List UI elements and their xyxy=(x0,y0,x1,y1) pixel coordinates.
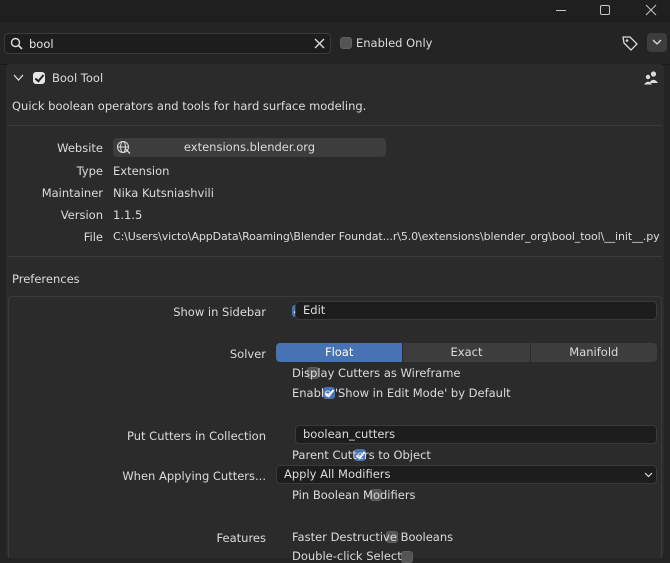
enabled-only-checkbox[interactable] xyxy=(340,37,352,49)
preferences-title: Preferences xyxy=(12,272,80,286)
website-button[interactable]: extensions.blender.org xyxy=(113,138,386,157)
version-value: 1.1.5 xyxy=(113,208,143,222)
toolbar: Enabled Only xyxy=(0,22,670,65)
double-click-select-checkbox[interactable] xyxy=(401,551,414,563)
users-icon[interactable] xyxy=(643,70,659,85)
enable-show-edit-label: Enable 'Show in Edit Mode' by Default xyxy=(292,386,511,400)
minimize-button[interactable] xyxy=(538,0,584,20)
when-applying-label: When Applying Cutters... xyxy=(122,469,266,483)
double-click-select-label: Double-click Select xyxy=(292,549,402,563)
solver-label: Solver xyxy=(229,347,266,361)
file-label: File xyxy=(83,230,103,244)
sidebar-category-value: Edit xyxy=(303,303,326,317)
chevron-down-icon xyxy=(644,472,653,478)
pin-boolean-label: Pin Boolean Modifiers xyxy=(292,488,416,502)
search-input[interactable] xyxy=(29,34,309,53)
maximize-button[interactable] xyxy=(582,0,628,20)
divider xyxy=(8,256,662,257)
minimize-icon xyxy=(556,10,566,11)
tag-filter-icon[interactable] xyxy=(621,34,639,52)
collapse-chevron-icon[interactable] xyxy=(13,73,24,82)
maximize-icon xyxy=(600,5,610,15)
file-path-value: C:\Users\victo\AppData\Roaming\Blender F… xyxy=(113,230,660,243)
type-value: Extension xyxy=(113,164,170,178)
sidebar-category-field[interactable]: Edit xyxy=(295,301,657,320)
addon-name: Bool Tool xyxy=(52,71,104,85)
when-applying-value: Apply All Modifiers xyxy=(284,467,391,481)
enabled-only-label: Enabled Only xyxy=(356,36,433,50)
clear-search-icon[interactable] xyxy=(314,38,325,49)
put-cutters-label: Put Cutters in Collection xyxy=(127,429,266,443)
show-in-sidebar-label: Show in Sidebar xyxy=(173,305,266,319)
features-label: Features xyxy=(216,531,266,545)
search-box[interactable] xyxy=(4,33,331,54)
addon-enabled-checkbox[interactable] xyxy=(33,72,45,84)
display-wireframe-label: Display Cutters as Wireframe xyxy=(292,366,461,380)
solver-option-exact[interactable]: Exact xyxy=(403,343,531,362)
addon-description: Quick boolean operators and tools for ha… xyxy=(12,99,367,113)
window-titlebar xyxy=(0,0,670,22)
faster-destructive-label: Faster Destructive Booleans xyxy=(292,530,454,544)
close-icon xyxy=(645,4,657,16)
maintainer-value: Nika Kutsniashvili xyxy=(113,186,214,200)
maintainer-label: Maintainer xyxy=(41,186,103,200)
filter-dropdown-button[interactable] xyxy=(647,33,667,52)
close-button[interactable] xyxy=(628,0,670,20)
website-value: extensions.blender.org xyxy=(183,140,316,154)
collection-name-value: boolean_cutters xyxy=(303,427,396,441)
solver-option-manifold[interactable]: Manifold xyxy=(530,343,657,362)
type-label: Type xyxy=(76,164,103,178)
when-applying-dropdown[interactable]: Apply All Modifiers xyxy=(276,465,657,484)
parent-cutters-label: Parent Cutters to Object xyxy=(292,448,431,462)
divider xyxy=(8,125,662,126)
chevron-down-icon xyxy=(652,39,662,45)
search-icon xyxy=(10,37,23,50)
collection-name-field[interactable]: boolean_cutters xyxy=(295,425,657,444)
solver-selector: Float Exact Manifold xyxy=(276,343,657,362)
website-label: Website xyxy=(57,141,103,155)
version-label: Version xyxy=(60,208,103,222)
solver-option-float[interactable]: Float xyxy=(276,343,404,362)
